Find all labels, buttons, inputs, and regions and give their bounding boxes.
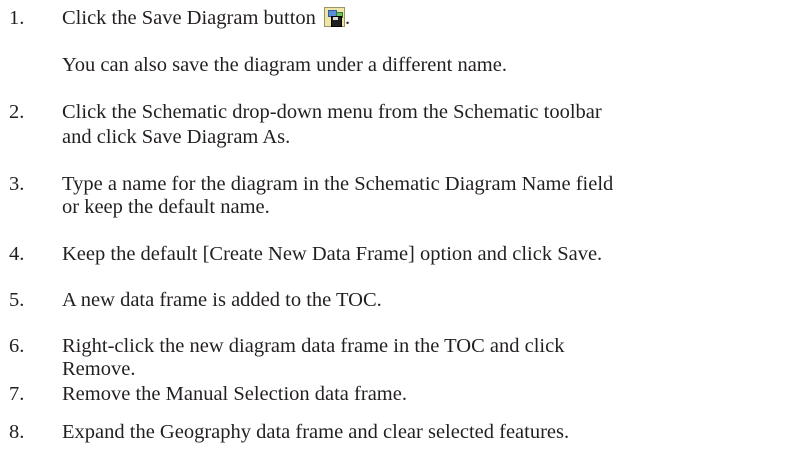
step-text: You can also save the diagram under a di… bbox=[62, 54, 507, 76]
step-text-line-2: Remove. bbox=[62, 358, 136, 380]
step-number: 5. bbox=[9, 289, 25, 311]
step-number: 1. bbox=[9, 7, 25, 29]
step-number: 2. bbox=[9, 101, 25, 123]
step-text-line-1: Type a name for the diagram in the Schem… bbox=[62, 173, 614, 195]
save-diagram-icon bbox=[324, 7, 346, 27]
step-text: A new data frame is added to the TOC. bbox=[62, 289, 382, 311]
step-text: Click the Save Diagram button . bbox=[62, 7, 351, 29]
step-text-line-2: and click Save Diagram As. bbox=[62, 126, 291, 148]
step-text: Expand the Geography data frame and clea… bbox=[62, 421, 570, 443]
step-text-line-1: Click the Schematic drop-down menu from … bbox=[62, 101, 602, 123]
step-text-line-1: Right-click the new diagram data frame i… bbox=[62, 335, 565, 357]
step-number: 4. bbox=[9, 243, 25, 265]
step-text: Keep the default [Create New Data Frame]… bbox=[62, 243, 603, 265]
step-number: 8. bbox=[9, 421, 25, 443]
step-text-line-2: or keep the default name. bbox=[62, 196, 270, 218]
step-number: 6. bbox=[9, 335, 25, 357]
instruction-list: 1. Click the Save Diagram button . You c… bbox=[0, 0, 797, 452]
step-number: 7. bbox=[9, 383, 25, 405]
step-number: 3. bbox=[9, 173, 25, 195]
step-text: Remove the Manual Selection data frame. bbox=[62, 383, 407, 405]
